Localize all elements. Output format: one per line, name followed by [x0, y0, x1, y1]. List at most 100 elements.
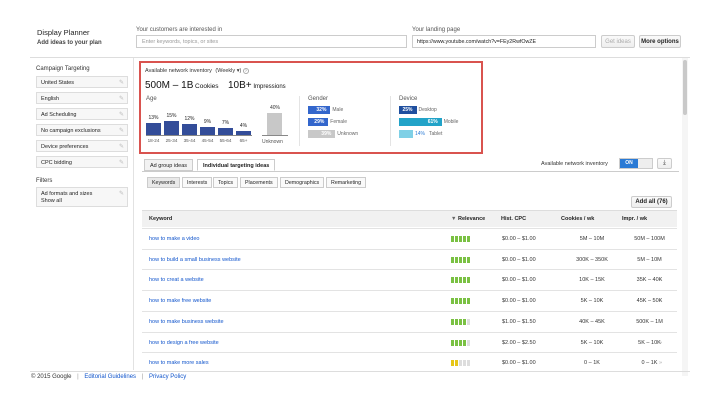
add-keyword-icon[interactable]: » [659, 340, 662, 346]
gender-pct: 29% [314, 119, 325, 125]
age-pct: 12% [184, 115, 195, 122]
relevance-segment [467, 360, 470, 367]
device-pct: 14% [415, 131, 426, 137]
add-keyword-icon[interactable]: » [659, 319, 662, 325]
keyword-link[interactable]: how to creat a website [149, 277, 204, 283]
keyword-link[interactable]: how to build a small business website [149, 257, 241, 263]
sidebar-item-location[interactable]: United States ✎ [36, 76, 128, 88]
tab-keywords[interactable]: Keywords [147, 177, 181, 188]
col-hist-cpc[interactable]: Hist. CPC [501, 216, 526, 222]
relevance-segment [451, 360, 454, 367]
relevance-segment [455, 360, 458, 367]
download-icon: ⤓ [663, 160, 666, 166]
period-select[interactable]: (Weekly ▾) [215, 68, 241, 74]
device-label: Device [399, 96, 418, 102]
cookies-value: 40K – 45K [579, 318, 605, 325]
inventory-toggle[interactable]: ON [619, 158, 653, 169]
age-bar [146, 122, 161, 135]
sidebar-item-device-preferences[interactable]: Device preferences ✎ [36, 140, 128, 152]
age-tick-label: 25-34 [165, 138, 178, 143]
impressions-value: 5K – 10K [638, 339, 661, 346]
toggle-on: ON [620, 159, 638, 168]
age-bar [164, 121, 179, 135]
age-pct: 15% [166, 113, 177, 119]
more-options-button[interactable]: More options [639, 35, 681, 48]
cookies-value: 5K – 10K [580, 298, 604, 305]
add-all-button[interactable]: Add all (76) [631, 196, 672, 208]
header-divider [30, 57, 690, 58]
page-subtitle: Add ideas to your plan [37, 40, 102, 46]
add-keyword-icon[interactable]: » [659, 277, 662, 283]
relevance-segment [455, 256, 458, 263]
cookies-label: Cookies [195, 83, 219, 90]
impressions-value: 45K – 50K [636, 298, 663, 305]
relevance-meter [451, 256, 470, 263]
sidebar-item-label: No campaign exclusions [41, 128, 101, 134]
help-icon[interactable]: ? [242, 68, 249, 74]
tab-topics[interactable]: Topics [213, 177, 239, 188]
sidebar-item-label: Ad Scheduling [41, 112, 77, 118]
keyword-link[interactable]: how to make a video [149, 236, 199, 242]
relevance-segment [455, 298, 458, 305]
hist-cpc-value: $0.00 – $1.00 [502, 256, 536, 263]
add-keyword-icon[interactable]: » [659, 236, 662, 242]
impressions-value: 5M – 10M [637, 256, 662, 263]
col-relevance[interactable]: ▼ Relevance [451, 216, 485, 222]
gender-label: Male [332, 107, 344, 113]
relevance-segment [459, 236, 462, 242]
relevance-segment [451, 256, 454, 263]
age-bar [218, 128, 233, 135]
relevance-segment [463, 256, 466, 263]
col-impressions[interactable]: Impr. / wk [622, 216, 647, 222]
device-pct: 61% [427, 119, 438, 125]
hist-cpc-value: $0.00 – $1.00 [502, 298, 536, 305]
divider [390, 96, 391, 146]
gender-pct: 32% [316, 107, 327, 113]
pencil-icon: ✎ [118, 128, 124, 134]
sidebar-item-language[interactable]: English ✎ [36, 92, 128, 104]
sidebar-item-cpc-bidding[interactable]: CPC bidding ✎ [36, 156, 128, 168]
scrollbar-thumb[interactable] [683, 60, 687, 115]
privacy-policy-link[interactable]: Privacy Policy [149, 374, 186, 380]
age-pct: 9% [203, 118, 212, 125]
relevance-meter [451, 360, 470, 367]
col-cookies[interactable]: Cookies / wk [561, 216, 594, 222]
age-label: Age [146, 96, 157, 102]
keyword-link[interactable]: how to make more sales [149, 360, 209, 366]
customers-input[interactable]: Enter keywords, topics, or sites [136, 35, 407, 48]
impressions-value: 50M – 100M [634, 236, 665, 242]
keyword-link[interactable]: how to design a free website [149, 340, 219, 346]
tab-interests[interactable]: Interests [182, 177, 213, 188]
table-row: how to make a video $0.00 – $1.00 5M – 10M… [142, 228, 677, 249]
add-keyword-icon[interactable]: » [659, 257, 662, 263]
filter-ad-formats[interactable]: Ad formats and sizes Show all ✎ [36, 187, 128, 207]
table-row: how to make business website $1.00 – $1.5… [142, 310, 677, 332]
age-axis [146, 135, 252, 136]
age-chart: 13% 18-24 15% 25-34 12% 35-44 9% 45-54 7% 55-64 4%… [146, 105, 256, 147]
col-keyword[interactable]: Keyword [149, 216, 172, 222]
sidebar-item-label: Device preferences [41, 144, 89, 150]
get-ideas-button[interactable]: Get ideas [601, 35, 635, 48]
relevance-meter [451, 339, 470, 346]
age-unknown-label: Unknown [262, 139, 283, 145]
impressions-stat: 10B+ Impressions [228, 80, 286, 91]
sidebar-item-ad-scheduling[interactable]: Ad Scheduling ✎ [36, 108, 128, 120]
keyword-link[interactable]: how to make business website [149, 319, 224, 325]
tab-demographics[interactable]: Demographics [280, 177, 325, 188]
landing-page-input[interactable]: https://www.youtube.com/watch?v=FEy2RwfO… [412, 35, 596, 48]
editorial-guidelines-link[interactable]: Editorial Guidelines [84, 374, 136, 380]
relevance-segment [455, 339, 458, 346]
pencil-icon: ✎ [118, 160, 124, 166]
tab-remarketing[interactable]: Remarketing [326, 177, 367, 188]
relevance-segment [467, 236, 470, 242]
download-button[interactable]: ⤓ [657, 158, 672, 169]
add-keyword-icon[interactable]: » [659, 360, 662, 366]
keyword-link[interactable]: how to make free website [149, 298, 211, 304]
tab-individual-targeting-ideas[interactable]: Individual targeting ideas [197, 159, 276, 171]
sidebar-item-campaign-exclusions[interactable]: No campaign exclusions ✎ [36, 124, 128, 136]
add-keyword-icon[interactable]: » [659, 298, 662, 304]
tab-ad-group-ideas[interactable]: Ad group ideas [144, 159, 193, 171]
relevance-segment [459, 277, 462, 284]
tab-placements[interactable]: Placements [240, 177, 278, 188]
impressions-value: 500K – 1M [636, 318, 663, 325]
